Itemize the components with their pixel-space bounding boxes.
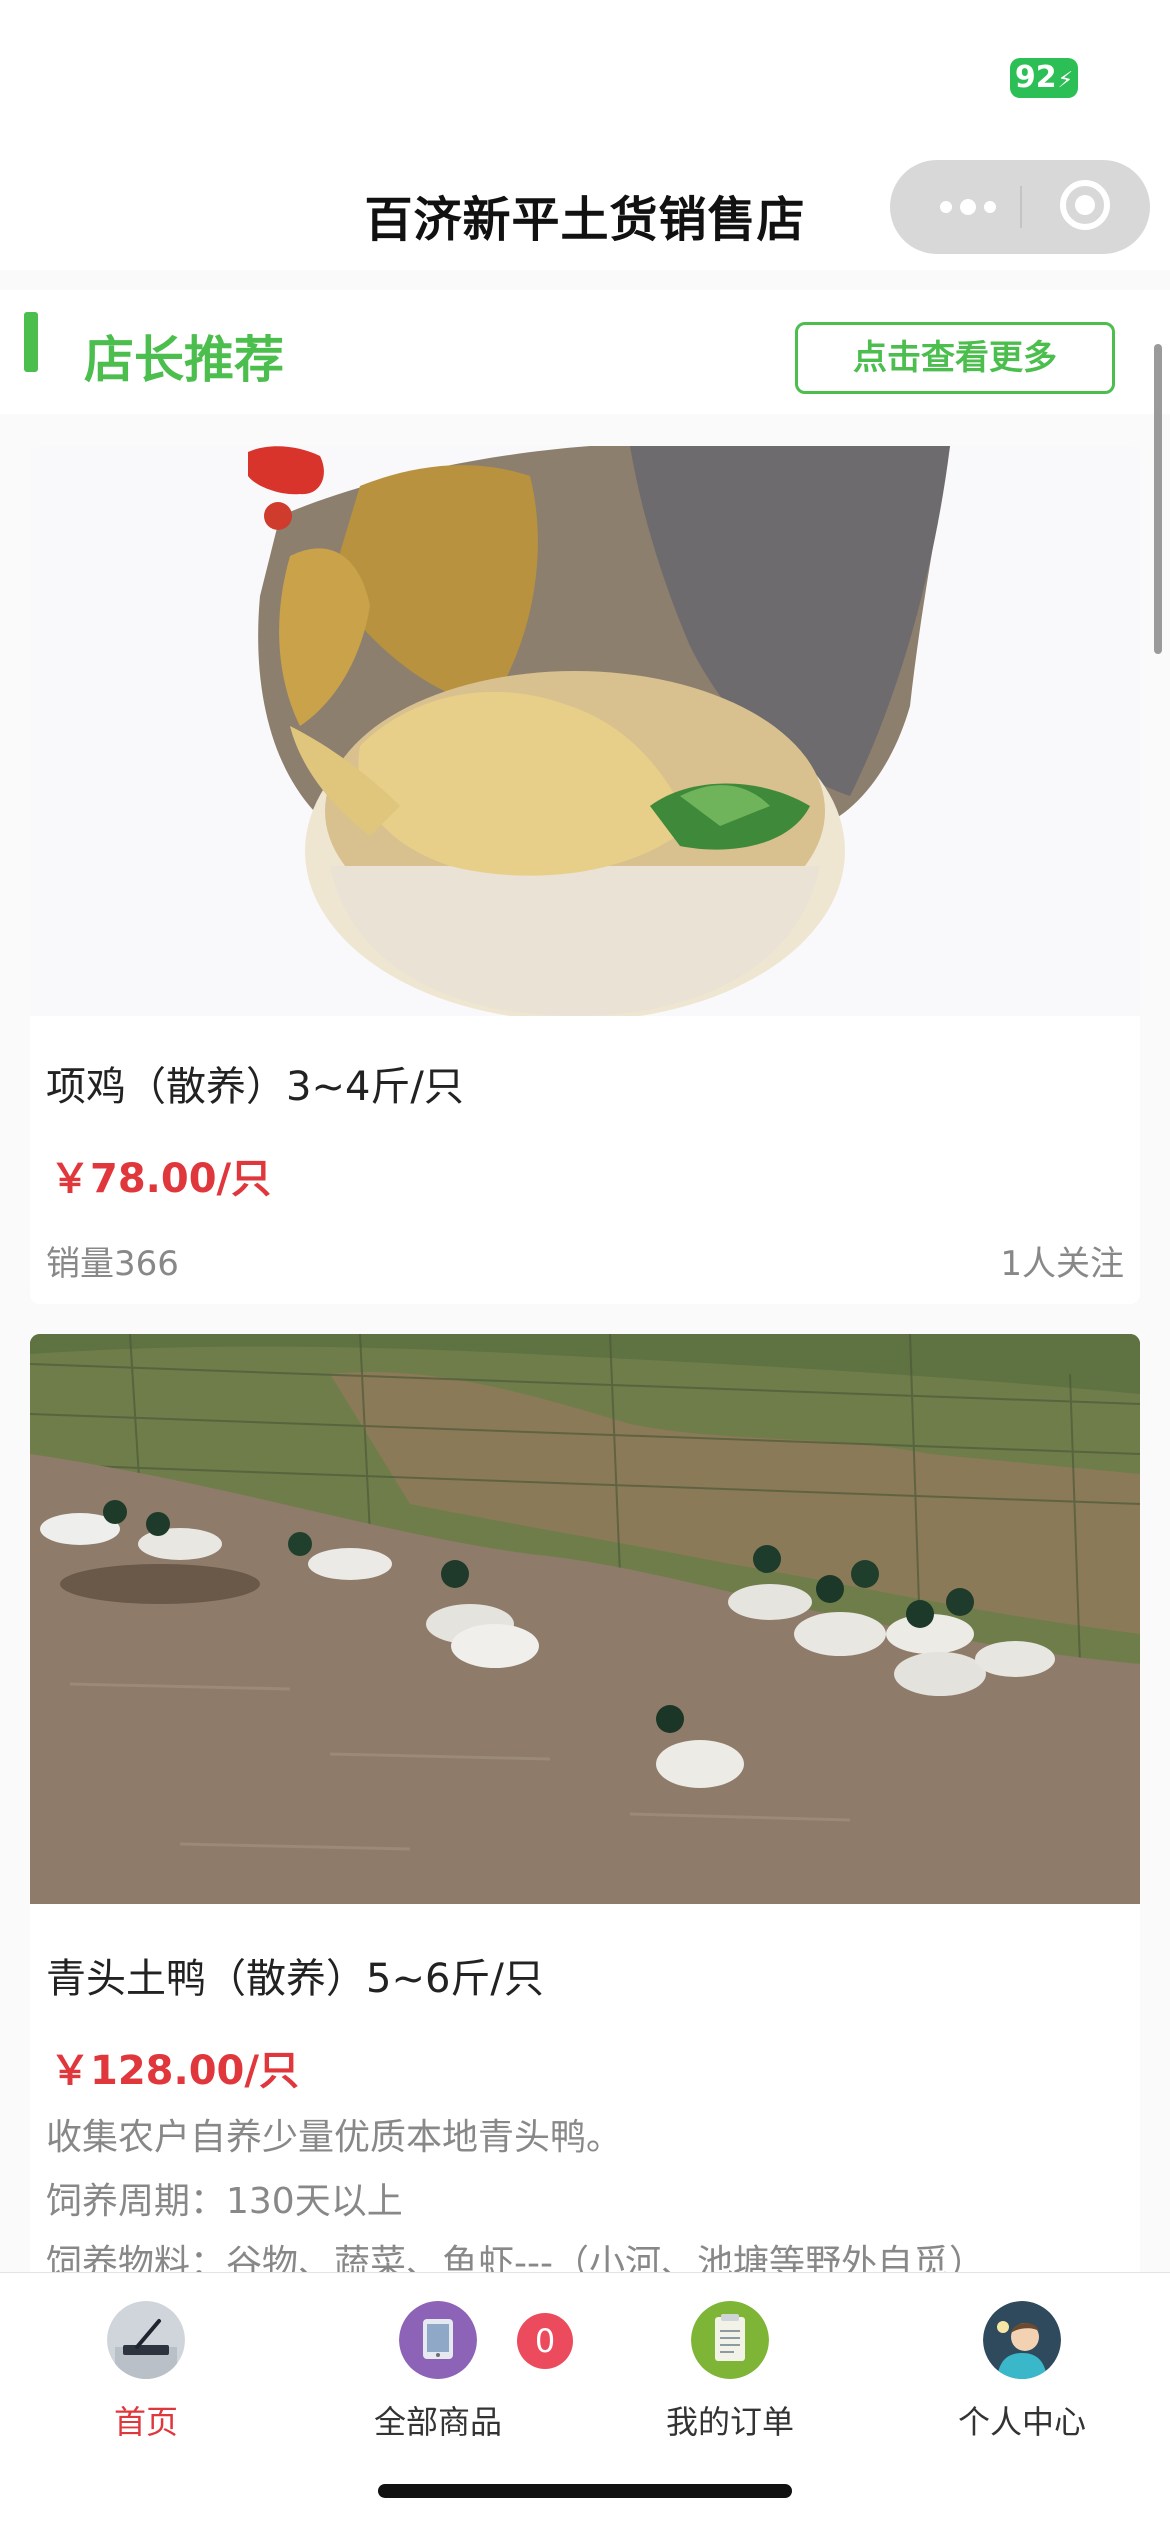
product-sales: 销量366: [46, 1244, 179, 1284]
notepad-icon: [691, 2301, 769, 2379]
app-page: 92⚡ 百济新平土货销售店 店长推荐 点击查看更多 项鸡（散养）3~4斤/只 ￥…: [0, 0, 1170, 2532]
more-options-icon[interactable]: [928, 160, 1008, 254]
tab-my-orders[interactable]: 我的订单: [584, 2287, 876, 2447]
section-header: 店长推荐 点击查看更多: [0, 290, 1170, 414]
navigation-bar: 百济新平土货销售店: [0, 140, 1170, 270]
product-card-chicken[interactable]: 项鸡（散养）3~4斤/只 ￥78.00/只 销量366 1人关注: [30, 446, 1140, 1304]
mini-program-capsule: [890, 160, 1150, 254]
tab-home[interactable]: 首页: [0, 2287, 292, 2447]
tab-all-products[interactable]: 0 全部商品: [292, 2287, 584, 2447]
close-target-icon[interactable]: [1060, 180, 1110, 230]
battery-indicator: 92⚡: [1010, 58, 1078, 98]
status-bar: 92⚡: [0, 0, 1170, 140]
tab-label: 我的订单: [665, 2403, 794, 2441]
cart-count-badge: 0: [517, 2313, 573, 2369]
product-followers: 1人关注: [1000, 1244, 1124, 1284]
view-more-button[interactable]: 点击查看更多: [795, 322, 1115, 394]
charging-bolt-icon: ⚡: [1057, 68, 1074, 93]
tablet-pen-icon: [107, 2301, 185, 2379]
home-indicator: [378, 2484, 792, 2498]
tab-label: 首页: [113, 2403, 178, 2441]
product-image-duck[interactable]: [30, 1334, 1140, 1904]
capsule-divider: [1020, 186, 1022, 228]
section-title: 店长推荐: [84, 331, 284, 389]
tab-label: 个人中心: [957, 2403, 1086, 2441]
product-price: ￥78.00/只: [50, 1156, 272, 1202]
battery-level: 92: [1014, 60, 1057, 95]
tab-label: 全部商品: [373, 2403, 502, 2441]
scrollbar-thumb[interactable]: [1154, 344, 1162, 654]
tab-profile[interactable]: 个人中心: [876, 2287, 1168, 2447]
section-accent-bar: [24, 312, 38, 372]
product-description-line: 饲养周期：130天以上: [46, 2181, 403, 2222]
product-title[interactable]: 青头土鸭（散养）5~6斤/只: [46, 1946, 544, 2004]
product-description-line: 收集农户自养少量优质本地青头鸭。: [46, 2117, 623, 2158]
product-title[interactable]: 项鸡（散养）3~4斤/只: [46, 1054, 464, 1112]
product-image-chicken[interactable]: [30, 446, 1140, 1016]
tablet-icon: [399, 2301, 477, 2379]
product-price: ￥128.00/只: [50, 2048, 299, 2094]
avatar-icon: [983, 2301, 1061, 2379]
